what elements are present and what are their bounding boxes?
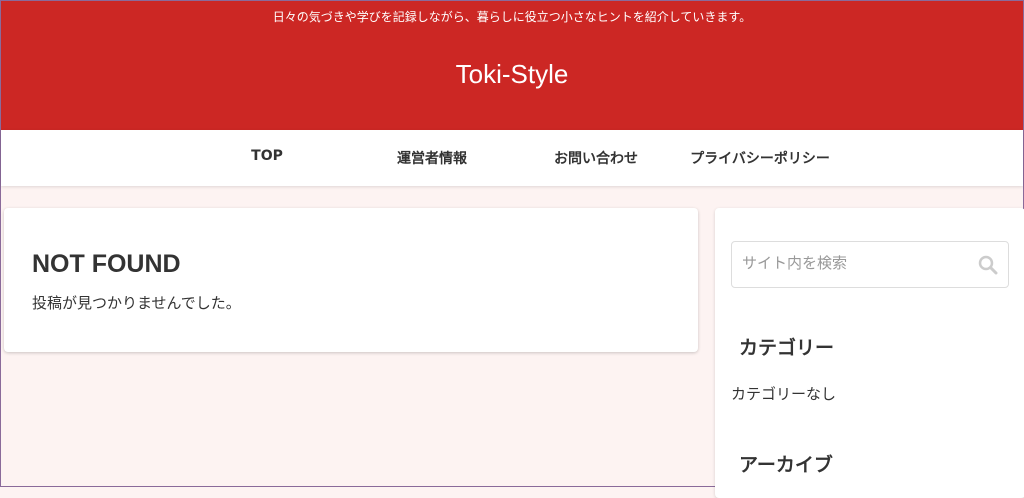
search-input[interactable] [742, 254, 972, 272]
category-empty-text: カテゴリーなし [731, 383, 836, 404]
main-nav: TOP 運営者情報 お問い合わせ プライバシーポリシー [1, 130, 1023, 186]
not-found-message: 投稿が見つかりませんでした。 [32, 292, 241, 313]
page-title: NOT FOUND [32, 250, 181, 279]
nav-item-top[interactable]: TOP [251, 148, 283, 164]
search-icon[interactable] [978, 255, 998, 279]
sidebar: カテゴリー カテゴリーなし アーカイブ [715, 208, 1024, 498]
category-heading: カテゴリー [739, 333, 834, 360]
not-found-card: NOT FOUND 投稿が見つかりませんでした。 [4, 208, 698, 352]
archive-heading: アーカイブ [739, 450, 833, 477]
search-box [731, 241, 1009, 288]
nav-item-privacy[interactable]: プライバシーポリシー [690, 148, 830, 168]
site-title-link[interactable]: Toki-Style [1, 59, 1023, 90]
nav-item-about[interactable]: 運営者情報 [397, 148, 467, 168]
site-tagline: 日々の気づきや学びを記録しながら、暮らしに役立つ小さなヒントを紹介していきます。 [1, 8, 1023, 25]
site-header: 日々の気づきや学びを記録しながら、暮らしに役立つ小さなヒントを紹介していきます。… [1, 1, 1023, 130]
nav-item-contact[interactable]: お問い合わせ [554, 148, 638, 168]
